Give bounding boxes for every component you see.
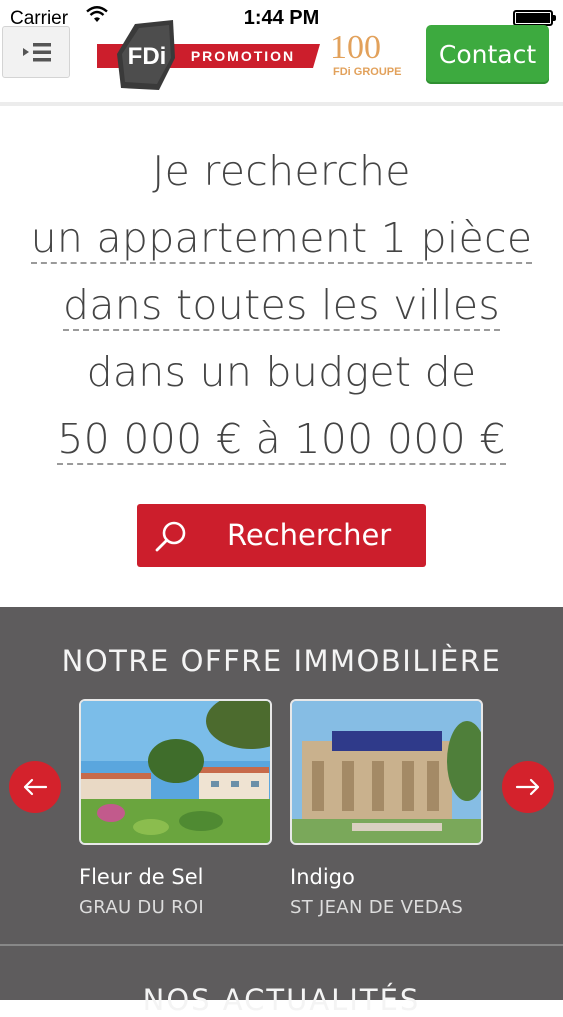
property-card[interactable]: Fleur de Sel GRAU DU ROI (79, 699, 272, 918)
property-type-selector[interactable]: un appartement 1 pièce (30, 214, 533, 264)
fdi-promotion-logo[interactable]: FDi PROMOTION 100 FDi GROUPE (95, 18, 415, 100)
section-divider (0, 944, 563, 946)
offer-title: NOTRE OFFRE IMMOBILIÈRE (61, 644, 502, 678)
property-city: ST JEAN DE VEDAS (290, 897, 464, 918)
property-name[interactable]: Fleur de Sel (79, 865, 272, 889)
carousel-next-button[interactable] (502, 761, 554, 813)
menu-button[interactable] (2, 26, 70, 78)
offer-section: NOTRE OFFRE IMMOBILIÈRE Fleur de Sel GRA… (0, 607, 563, 1017)
arrow-left-icon (23, 778, 48, 796)
header-divider (0, 102, 563, 106)
location-selector[interactable]: dans toutes les villes (63, 281, 500, 331)
search-sentence: Je recherche un appartement 1 pièce dans… (0, 140, 563, 475)
search-icon (155, 521, 186, 552)
logo-100-text: 100 (330, 29, 381, 66)
carousel-prev-button[interactable] (9, 761, 61, 813)
menu-icon (23, 43, 51, 62)
budget-prefix: dans un budget de (86, 348, 477, 396)
property-image-indigo[interactable] (290, 699, 483, 845)
property-image-fleur-de-sel[interactable] (79, 699, 272, 845)
arrow-right-icon (515, 778, 540, 796)
property-card[interactable]: Indigo ST JEAN DE VEDAS (290, 699, 483, 918)
search-button-label: Rechercher (227, 518, 392, 552)
search-button[interactable]: Rechercher (137, 504, 426, 567)
property-name[interactable]: Indigo (290, 865, 483, 889)
contact-button[interactable]: Contact (426, 25, 549, 84)
logo-groupe-text: FDi GROUPE (333, 66, 401, 78)
logo-fdi-text: FDi (128, 43, 167, 70)
news-title: NOS ACTUALITÉS (142, 983, 421, 1017)
search-intro: Je recherche (152, 147, 411, 195)
logo-promotion-text: PROMOTION (191, 48, 295, 64)
property-city: GRAU DU ROI (79, 897, 204, 918)
budget-selector[interactable]: 50 000 € à 100 000 € (57, 415, 506, 465)
battery-icon (513, 10, 556, 26)
